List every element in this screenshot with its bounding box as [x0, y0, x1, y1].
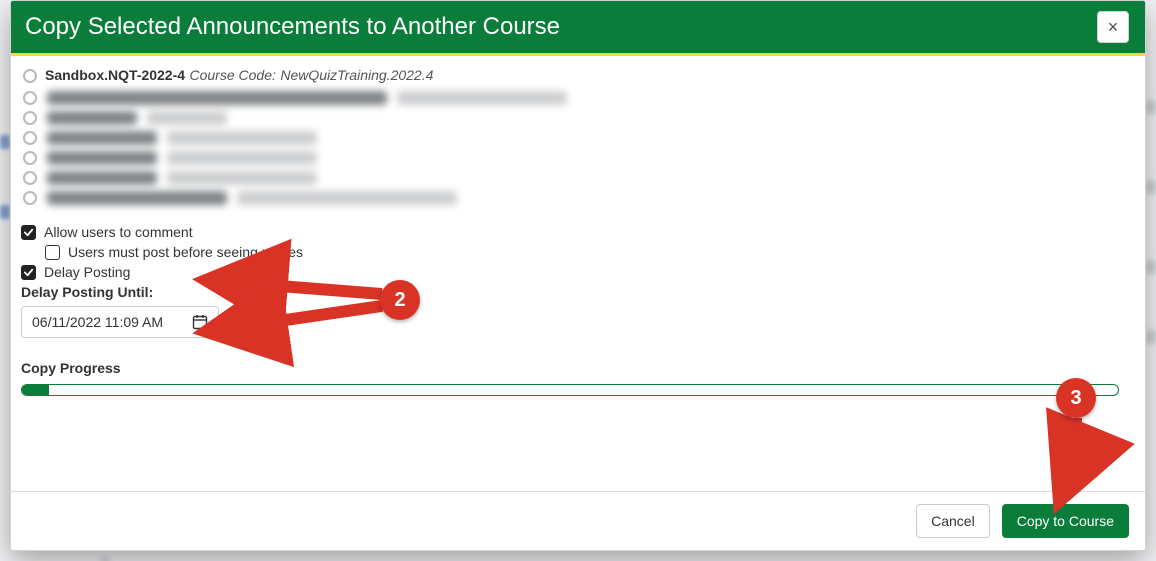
- annotation-badge-2: 2: [380, 280, 420, 320]
- annotation-badge-3-text: 3: [1070, 387, 1081, 410]
- annotation-badge-2-text: 2: [394, 289, 405, 312]
- stage: Copy Selected Announcements to Another C…: [0, 0, 1156, 561]
- annotation-arrow-3: [0, 0, 1156, 561]
- annotation-badge-3: 3: [1056, 378, 1096, 418]
